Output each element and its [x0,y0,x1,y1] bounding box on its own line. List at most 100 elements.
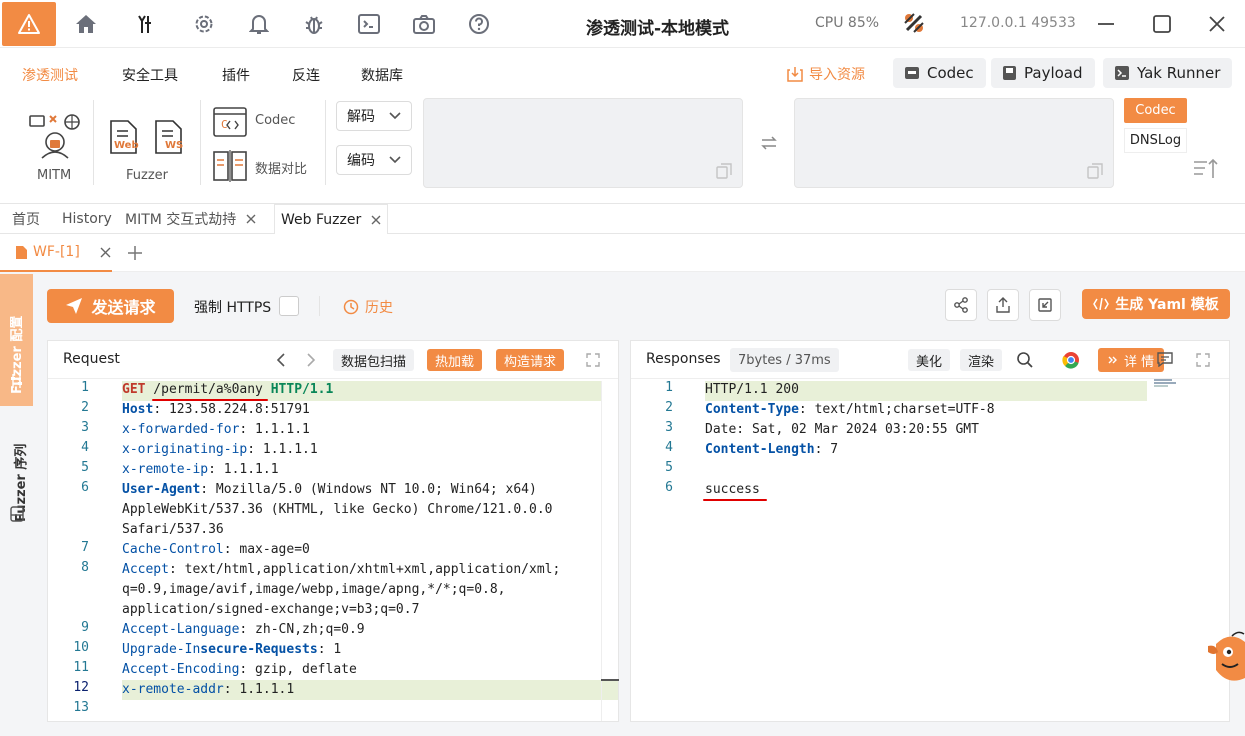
mitm-hacker-icon[interactable] [28,112,82,160]
layers-icon[interactable] [10,506,24,522]
code-line: HTTP/1.1 200 [705,380,799,400]
build-request-button[interactable]: 构造请求 [496,349,565,371]
code-token: Accept-Encoding [122,662,240,677]
scrollbar-thumb[interactable] [601,679,619,681]
expand-icon[interactable] [586,353,600,367]
menu-plugins[interactable]: 插件 [222,65,250,85]
sliders-icon [11,374,22,388]
compare-icon[interactable] [213,150,247,182]
packet-scan-button[interactable]: 数据包扫描 [333,349,415,371]
success-underline [703,499,767,501]
codec-ribbon-label[interactable]: Codec [255,113,295,128]
code-token: : zh-CN,zh;q=0.9 [239,622,365,637]
tab-mitm[interactable]: MITM 交互式劫持 [119,204,262,234]
code-token: : text/html,application/xhtml+xml,applic… [168,562,561,577]
copy-icon[interactable] [1087,163,1103,179]
code-token: HTTP/1.1 200 [705,382,799,397]
force-https-checkbox[interactable] [279,296,299,316]
ws-fuzzer-icon[interactable]: WS [153,119,185,155]
codec-window-icon[interactable]: C [213,107,247,137]
chevron-right-icon[interactable] [306,353,316,367]
double-chevron-icon [1108,356,1117,364]
subtab-wf-1[interactable]: WF-[1] [0,234,112,272]
share-button[interactable] [945,289,977,321]
beautify-button[interactable]: 美化 [908,349,951,371]
encode-select[interactable]: 编码 [336,145,412,175]
help-icon[interactable] [467,12,491,36]
add-tab-icon[interactable] [127,245,143,261]
ribbon-divider [325,100,326,185]
tab-home[interactable]: 首页 [6,204,46,234]
bug-icon[interactable] [302,12,326,36]
yak-icon[interactable] [132,12,156,36]
chrome-icon[interactable] [1062,351,1080,369]
clock-icon [343,299,359,315]
import-resources-button[interactable]: 导入资源 [787,64,865,84]
detail-button[interactable]: 详 情 [1098,348,1165,372]
camera-icon[interactable] [412,12,436,36]
menu-security-tools[interactable]: 安全工具 [122,65,178,85]
chevron-left-icon[interactable] [276,353,286,367]
menu-database[interactable]: 数据库 [361,65,403,85]
line-number: 3 [665,420,673,435]
app-logo-warning-icon[interactable] [2,2,56,46]
codec-tool-button[interactable]: Codec [893,58,986,88]
export-button[interactable] [987,289,1019,321]
code-token: : 1.1.1.1 [208,462,279,477]
codec-tab[interactable]: Codec [1124,98,1187,123]
expand-icon[interactable] [1196,353,1210,367]
line-number: 7 [81,540,89,555]
payload-tool-button[interactable]: Payload [991,58,1095,88]
close-icon[interactable] [100,247,111,258]
line-number: 1 [665,380,673,395]
sort-icon[interactable] [1193,158,1219,180]
render-button[interactable]: 渲染 [960,349,1003,371]
line-number: 6 [81,480,89,495]
close-icon[interactable] [246,214,256,224]
yak-runner-button[interactable]: Yak Runner [1103,58,1233,88]
history-button[interactable]: 历史 [343,297,393,317]
home-icon[interactable] [74,12,98,36]
minimize-icon[interactable] [1094,12,1118,36]
swap-icon[interactable] [760,134,778,152]
send-request-button[interactable]: 发送请求 [47,289,174,323]
maximize-icon[interactable] [1150,12,1174,36]
codec-output-area[interactable] [794,98,1114,188]
code-line: x-forwarded-for: 1.1.1.1 [122,420,310,440]
code-token: Accept [122,562,169,577]
file-icon [16,245,27,259]
menu-reverse[interactable]: 反连 [292,65,320,85]
code-token: : max-age=0 [223,542,310,557]
search-icon[interactable] [1016,351,1034,369]
cpu-usage: CPU 85% [815,15,880,31]
codec-input-area[interactable] [423,98,743,188]
code-line: Safari/537.36 [122,520,224,540]
compare-label[interactable]: 数据对比 [255,158,307,177]
mascot-fish-icon[interactable] [1206,630,1245,682]
dnslog-tab[interactable]: DNSLog [1124,128,1187,153]
close-icon[interactable] [1205,12,1229,36]
chevron-down-icon [389,112,401,120]
bell-icon[interactable] [247,12,271,36]
import-button[interactable] [1029,289,1061,321]
payload-icon [1003,66,1016,80]
code-line: Accept-Encoding: gzip, deflate [122,660,357,680]
close-icon[interactable] [371,215,381,225]
tab-web-fuzzer[interactable]: Web Fuzzer [274,204,389,235]
tab-history[interactable]: History [56,204,118,234]
decode-select[interactable]: 解码 [336,101,412,131]
terminal-icon[interactable] [357,12,381,36]
generate-yaml-button[interactable]: 生成 Yaml 模板 [1082,289,1230,319]
engine-link-icon[interactable] [902,11,926,35]
web-fuzzer-icon[interactable]: Web [108,119,140,155]
menu-pentest[interactable]: 渗透测试 [22,65,78,85]
fuzzer-config-tab[interactable]: Fuzzer 配置 [0,274,33,406]
hot-reload-button[interactable]: 热加载 [427,349,483,371]
copy-icon[interactable] [716,163,732,179]
fuzzer-subtabs: WF-[1] [0,234,1245,272]
code-token: : 123.58.224.8:51791 [153,402,310,417]
minimap[interactable] [1154,379,1176,387]
code-token: Content-Length [705,442,815,457]
comment-icon[interactable] [1157,352,1173,367]
gear-icon[interactable] [192,12,216,36]
